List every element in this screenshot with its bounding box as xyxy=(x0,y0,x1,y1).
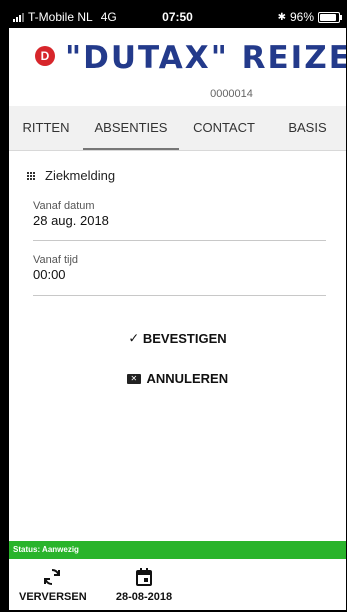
cancel-button[interactable]: ✕ ANNULEREN xyxy=(9,370,346,386)
cancel-label: ANNULEREN xyxy=(146,371,229,387)
refresh-label: VERVERSEN xyxy=(19,591,87,603)
calendar-icon xyxy=(136,568,152,586)
tab-absenties[interactable]: ABSENTIES xyxy=(83,106,179,150)
refresh-icon xyxy=(44,569,60,585)
battery-percent: 96% xyxy=(289,10,314,24)
status-right: ✱ 96% xyxy=(277,10,342,24)
confirm-button[interactable]: ✓ BEVESTIGEN xyxy=(9,330,346,347)
grid-icon xyxy=(27,171,35,180)
date-button[interactable]: 28-08-2018 xyxy=(109,567,179,603)
tab-ritten[interactable]: RITTEN xyxy=(9,106,83,150)
time-field[interactable]: Vanaf tijd 00:00 xyxy=(33,254,326,296)
section-header: Ziekmelding xyxy=(27,168,115,183)
date-field[interactable]: Vanaf datum 28 aug. 2018 xyxy=(33,200,326,241)
time-field-value[interactable]: 00:00 xyxy=(33,267,326,282)
confirm-label: BEVESTIGEN xyxy=(142,331,227,347)
bluetooth-icon: ✱ xyxy=(277,11,286,23)
system-status-bar: T-Mobile NL 4G 07:50 ✱ 96% xyxy=(9,6,346,28)
date-field-label: Vanaf datum xyxy=(33,200,95,212)
logo-text: "DUTAX" REIZEN xyxy=(65,40,346,76)
tab-bar: RITTEN ABSENTIES CONTACT BASIS xyxy=(9,106,346,151)
refresh-button[interactable]: VERVERSEN xyxy=(19,567,87,603)
date-label: 28-08-2018 xyxy=(115,591,173,603)
check-icon: ✓ xyxy=(128,330,140,346)
battery-icon xyxy=(318,11,342,23)
app-screen: T-Mobile NL 4G 07:50 ✱ 96% D "DUTAX" REI… xyxy=(9,6,346,610)
date-field-value[interactable]: 28 aug. 2018 xyxy=(33,213,326,228)
tab-basis[interactable]: BASIS xyxy=(269,106,346,150)
bottom-toolbar: VERVERSEN 28-08-2018 xyxy=(9,559,346,610)
status-badge: Status: Aanwezig xyxy=(9,541,346,559)
company-logo: D "DUTAX" REIZEN xyxy=(9,32,346,80)
section-title: Ziekmelding xyxy=(45,168,116,183)
tab-contact[interactable]: CONTACT xyxy=(179,106,269,150)
backspace-x-icon: ✕ xyxy=(126,373,141,384)
logo-mark-icon: D xyxy=(35,46,55,66)
time-field-label: Vanaf tijd xyxy=(33,254,79,266)
driver-code: 0000014 xyxy=(210,88,253,100)
